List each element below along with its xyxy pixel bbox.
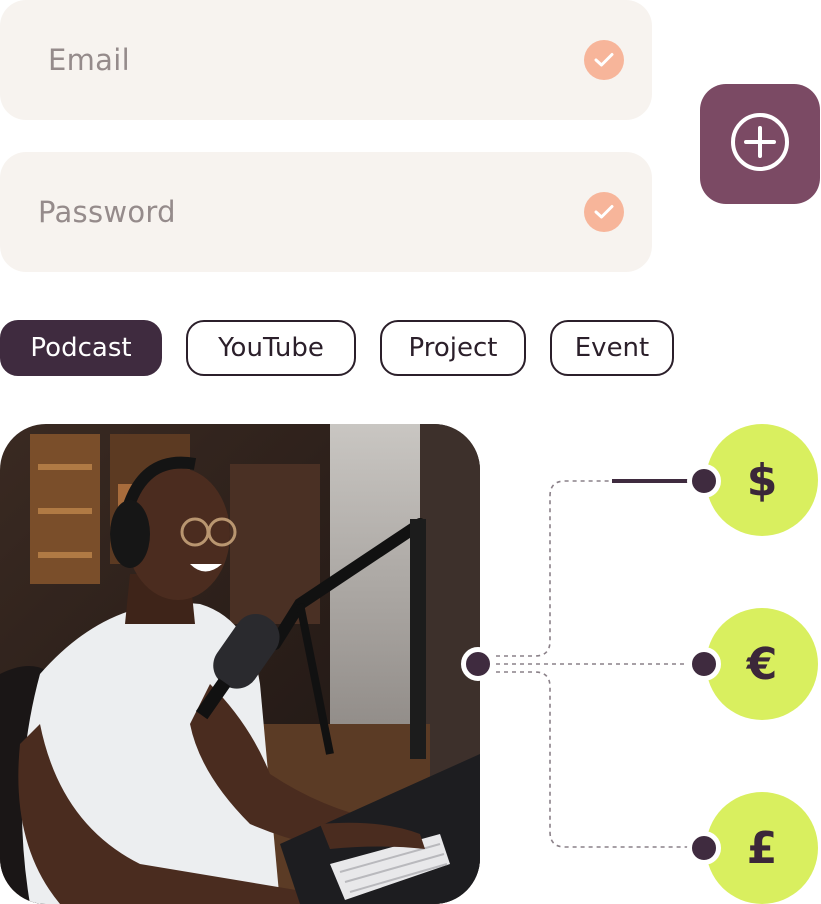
tag-podcast[interactable]: Podcast [0, 320, 162, 376]
euro-symbol: € [746, 638, 778, 690]
pound-symbol: £ [746, 822, 778, 874]
source-dot [461, 647, 495, 681]
tag-project[interactable]: Project [380, 320, 526, 376]
tag-youtube[interactable]: YouTube [186, 320, 356, 376]
email-label: Email [48, 43, 130, 77]
dollar-coin[interactable]: $ [706, 424, 818, 536]
euro-coin[interactable]: € [706, 608, 818, 720]
add-button[interactable] [700, 84, 820, 204]
email-check-icon [584, 40, 624, 80]
euro-dot [687, 647, 721, 681]
pound-coin[interactable]: £ [706, 792, 818, 904]
tag-event[interactable]: Event [550, 320, 674, 376]
dollar-symbol: $ [746, 454, 778, 506]
password-label: Password [38, 195, 176, 229]
password-check-icon [584, 192, 624, 232]
dollar-dot [687, 464, 721, 498]
email-field[interactable]: Email [0, 0, 652, 120]
password-field[interactable]: Password [0, 152, 652, 272]
podcaster-photo [0, 424, 480, 904]
pound-dot [687, 831, 721, 865]
plus-circle-icon [729, 111, 791, 177]
